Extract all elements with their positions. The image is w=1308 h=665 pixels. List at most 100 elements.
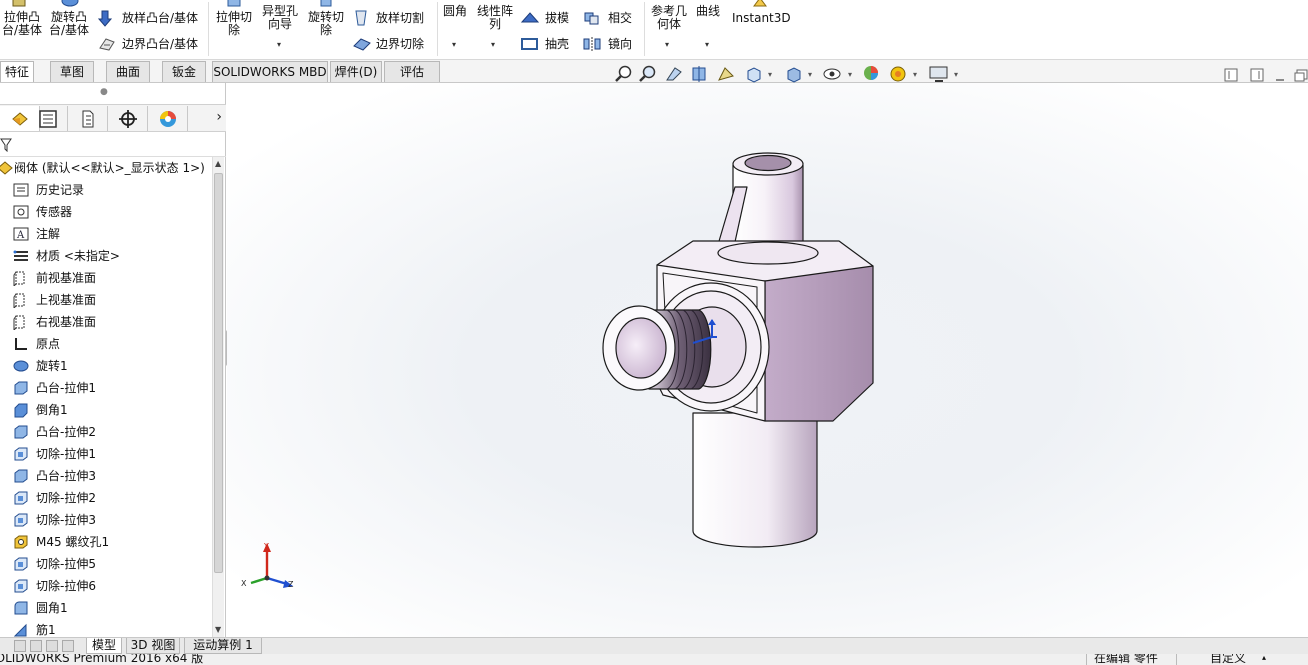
- linear-pattern-button[interactable]: 线性阵列 ▾: [474, 0, 516, 54]
- edit-appearance-icon[interactable]: [862, 64, 882, 84]
- ribbon-divider: [644, 2, 645, 56]
- first-tab-button[interactable]: [14, 640, 26, 652]
- hide-show-items-icon[interactable]: [822, 64, 842, 84]
- units-dropdown-icon[interactable]: ▴: [1262, 654, 1266, 665]
- boundary-cut-button[interactable]: 边界切除: [350, 34, 436, 54]
- cut-extrude-icon: [14, 491, 28, 505]
- property-manager-icon: [38, 109, 57, 128]
- tab-motion-study[interactable]: 运动算例 1: [184, 638, 262, 654]
- view-settings-icon[interactable]: [928, 64, 950, 84]
- graphics-area[interactable]: Y X Z: [227, 83, 1308, 638]
- tree-item-label: 切除-拉伸3: [36, 513, 96, 527]
- dimxpert-icon: [118, 109, 137, 128]
- draft-button[interactable]: 拔模: [518, 8, 578, 28]
- tab-sketch[interactable]: 草图: [50, 61, 94, 82]
- previous-view-icon[interactable]: [664, 64, 684, 84]
- restore-icon[interactable]: [1294, 68, 1308, 82]
- scroll-up-icon[interactable]: ▲: [215, 159, 221, 168]
- draft-label: 拔模: [545, 11, 570, 25]
- loft-boss-button[interactable]: 放样凸台/基体: [96, 8, 206, 28]
- hole-wizard-dropdown-icon[interactable]: ▾: [277, 40, 281, 49]
- panel-tab-strip: ›: [0, 104, 226, 132]
- apply-scene-dropdown-icon[interactable]: ▾: [913, 70, 917, 79]
- prev-tab-button[interactable]: [30, 640, 42, 652]
- solidworks-window: 拉伸凸 台/基体 旋转凸 台/基体 放样凸台/基体 边界凸台/基体 拉伸切除 异型孔…: [0, 0, 1308, 665]
- view-orientation-dropdown-icon[interactable]: ▾: [768, 70, 772, 79]
- tab-features[interactable]: 特征: [0, 61, 34, 82]
- filter-icon[interactable]: [0, 138, 12, 152]
- apply-scene-icon[interactable]: [888, 64, 908, 84]
- display-style-icon[interactable]: [784, 64, 804, 84]
- shell-button[interactable]: 抽壳: [518, 34, 578, 54]
- intersect-button[interactable]: 相交: [580, 8, 640, 28]
- more-tabs-chevron-icon[interactable]: ›: [216, 109, 222, 125]
- loft-boss-label: 放样凸台/基体: [122, 11, 199, 25]
- tab-property-manager[interactable]: [28, 106, 68, 131]
- next-tab-button[interactable]: [46, 640, 58, 652]
- shell-icon: [521, 38, 538, 50]
- hide-show-dropdown-icon[interactable]: ▾: [848, 70, 852, 79]
- tab-surfaces[interactable]: 曲面: [106, 61, 150, 82]
- reference-geometry-dropdown-icon[interactable]: ▾: [665, 40, 669, 49]
- tree-item-label: 倒角1: [36, 403, 68, 417]
- cut-extrude-icon: [14, 557, 28, 571]
- zoom-to-area-icon[interactable]: [638, 64, 658, 84]
- hole-icon: [14, 535, 28, 549]
- model-view[interactable]: Y X Z: [227, 83, 1308, 638]
- feature-manager-icon: [11, 111, 28, 126]
- curves-button[interactable]: 曲线 ▾: [692, 0, 724, 54]
- extrude-boss-button[interactable]: 拉伸凸 台/基体: [0, 0, 44, 40]
- display-manager-icon: [159, 110, 176, 127]
- view-orientation-icon[interactable]: [744, 64, 764, 84]
- restore-left-icon[interactable]: [1224, 68, 1238, 82]
- fillet-button[interactable]: 圆角 ▾: [438, 0, 472, 54]
- panel-grip-icon[interactable]: ●: [100, 87, 108, 97]
- tab-configuration-manager[interactable]: [68, 106, 108, 131]
- triad-y-label: Y: [263, 542, 269, 551]
- tab-model[interactable]: 模型: [86, 638, 122, 654]
- zoom-to-fit-icon[interactable]: [614, 64, 634, 84]
- minimize-icon[interactable]: [1274, 70, 1286, 82]
- instant3d-icon: [753, 0, 767, 7]
- tree-scrollbar[interactable]: ▲ ▼: [212, 157, 224, 637]
- revolve-boss-button[interactable]: 旋转凸 台/基体: [46, 0, 92, 40]
- tab-dimxpert-manager[interactable]: [108, 106, 148, 131]
- tab-mbd[interactable]: SOLIDWORKS MBD: [212, 61, 328, 82]
- restore-right-icon[interactable]: [1250, 68, 1264, 82]
- tab-sheet-metal[interactable]: 钣金: [162, 61, 206, 82]
- dynamic-annotation-icon[interactable]: [716, 64, 736, 84]
- tree-item-label: 凸台-拉伸2: [36, 425, 96, 439]
- boundary-boss-icon: [99, 38, 115, 51]
- extrude-cut-button[interactable]: 拉伸切除: [212, 0, 256, 40]
- mirror-button[interactable]: 镜向: [580, 34, 640, 54]
- tree-item-label: 筋1: [36, 623, 56, 637]
- tree-filter[interactable]: [0, 133, 226, 157]
- last-tab-button[interactable]: [62, 640, 74, 652]
- tab-evaluate[interactable]: 评估: [384, 61, 440, 82]
- draft-icon: [520, 12, 540, 23]
- hole-wizard-button[interactable]: 异型孔 向导 ▾: [258, 0, 302, 54]
- tree-item-label: 旋转1: [36, 359, 68, 373]
- view-settings-dropdown-icon[interactable]: ▾: [954, 70, 958, 79]
- plane-icon: [13, 293, 25, 308]
- display-style-dropdown-icon[interactable]: ▾: [808, 70, 812, 79]
- boundary-boss-button[interactable]: 边界凸台/基体: [96, 34, 206, 54]
- tab-display-manager[interactable]: [148, 106, 188, 131]
- curves-dropdown-icon[interactable]: ▾: [705, 40, 709, 49]
- scroll-thumb[interactable]: [214, 173, 223, 573]
- scroll-down-icon[interactable]: ▼: [215, 625, 221, 634]
- units-selector[interactable]: 自定义: [1210, 654, 1246, 665]
- tab-3d-views[interactable]: 3D 视图: [126, 638, 180, 654]
- loft-cut-button[interactable]: 放样切割: [350, 8, 436, 28]
- intersect-icon: [584, 12, 599, 25]
- tab-weldments[interactable]: 焊件(D): [330, 61, 382, 82]
- revolve-cut-button[interactable]: 旋转切除: [304, 0, 348, 40]
- svg-text:A: A: [16, 230, 25, 241]
- fillet-dropdown-icon[interactable]: ▾: [452, 40, 456, 49]
- tree-item-label: 历史记录: [36, 183, 85, 197]
- hole-wizard-label: 异型孔 向导: [261, 4, 298, 31]
- section-view-icon[interactable]: [690, 64, 710, 84]
- reference-geometry-button[interactable]: 参考几 何体 ▾: [646, 0, 692, 54]
- instant3d-button[interactable]: Instant3D: [728, 0, 791, 40]
- linear-pattern-dropdown-icon[interactable]: ▾: [491, 40, 495, 49]
